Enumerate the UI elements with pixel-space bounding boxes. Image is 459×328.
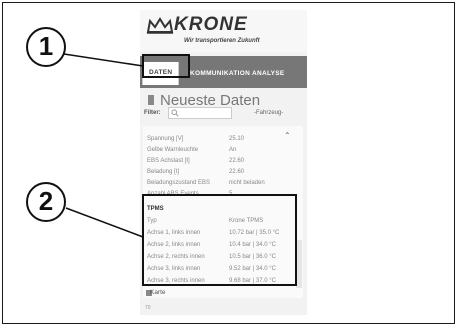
callout-2: 2 bbox=[26, 182, 66, 222]
callout-1: 1 bbox=[26, 27, 66, 67]
callout-leader-lines bbox=[63, 53, 144, 238]
